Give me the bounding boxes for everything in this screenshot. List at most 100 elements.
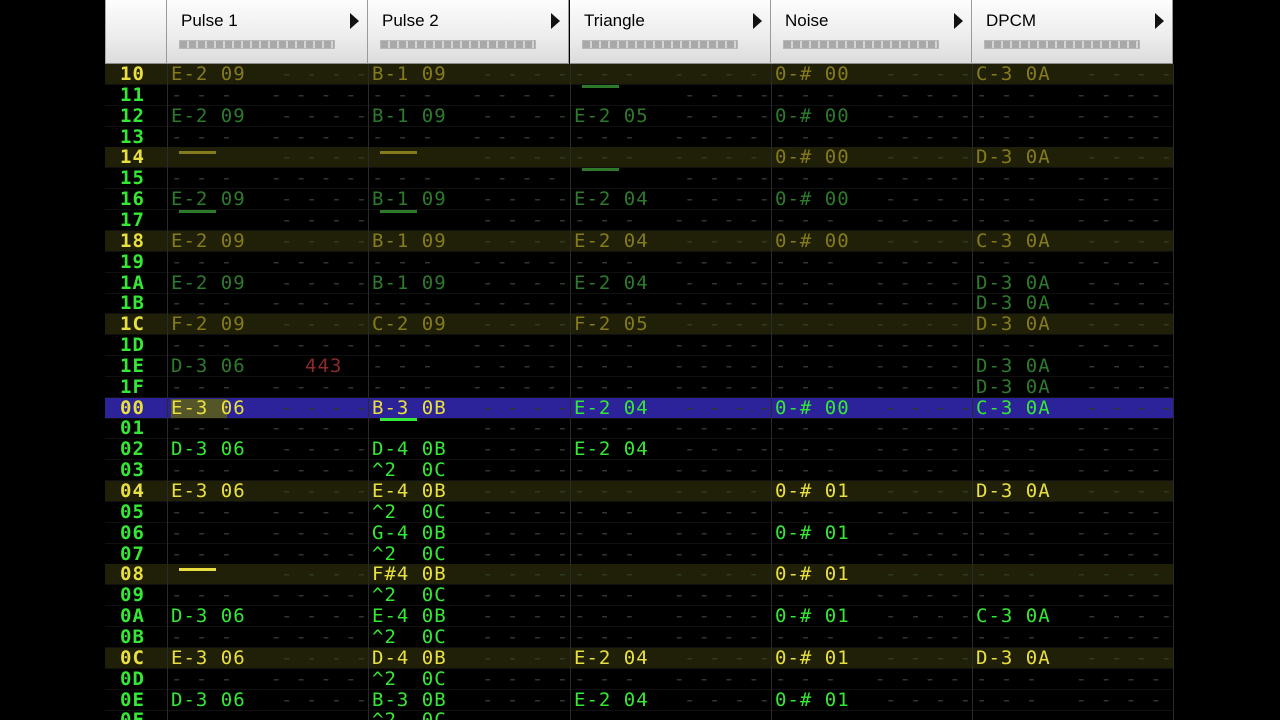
pattern-cell[interactable]: - - - - - - -: [771, 376, 972, 398]
pattern-cell[interactable]: E-4 0B - - - -: [368, 606, 569, 627]
pattern-cell[interactable]: - - - - - - -: [972, 84, 1173, 106]
pattern-row[interactable]: 02 D-3 06- - - - D-4 0B - - - - E-2 04- - - …: [105, 439, 1174, 461]
pattern-row[interactable]: 13 - - - - - - - - - - - - - - - - - - - - …: [105, 126, 1174, 148]
pattern-row[interactable]: 15- - - - - - -- - - - - - -- - - -- - -…: [105, 168, 1174, 190]
pattern-cell[interactable]: - - - - - - -: [167, 126, 368, 148]
pattern-cell[interactable]: - - - - - - -: [570, 418, 771, 439]
pattern-cell[interactable]: 0-# 00 - - - -: [771, 230, 972, 252]
pattern-cell[interactable]: - - - - - - -: [167, 501, 368, 523]
pattern-cell[interactable]: - - - - - - -: [570, 585, 771, 606]
pattern-cell[interactable]: - - - - - - -: [368, 355, 569, 377]
effect-columns-bar[interactable]: [783, 40, 939, 49]
pattern-cell[interactable]: 0-# 01 - - - -: [771, 606, 972, 627]
pattern-cell[interactable]: E-2 04 - - - -: [570, 189, 771, 210]
pattern-row[interactable]: 0B - - - - - - - ^2 0C - - - -- - - - - - -…: [105, 626, 1174, 648]
pattern-cell[interactable]: - - - - - - -: [771, 626, 972, 648]
pattern-cell[interactable]: E-2 04 - - - -: [570, 439, 771, 460]
pattern-cell[interactable]: E-3 06 - - - -: [167, 647, 368, 669]
pattern-cell[interactable]: 0-# 01 - - - -: [771, 564, 972, 585]
pattern-cell[interactable]: - - - - - - -: [368, 376, 569, 398]
pattern-cell[interactable]: - - - - - - -: [771, 168, 972, 189]
pattern-cell[interactable]: - - - - - - -: [570, 293, 771, 314]
pattern-cell[interactable]: D-3 0A - - - -: [972, 647, 1173, 669]
pattern-cell[interactable]: ^2 0C - - - -: [368, 460, 569, 481]
pattern-cell[interactable]: - - - - - - -: [570, 251, 771, 273]
pattern-cell[interactable]: 0-# 01 - - - -: [771, 522, 972, 544]
pattern-cell[interactable]: - - - - - - -: [167, 251, 368, 273]
pattern-cell[interactable]: - - - - - - -: [368, 168, 569, 189]
pattern-row[interactable]: 08- - - - F#4 0B - - - -- - - - - - -0-# 0…: [105, 564, 1174, 586]
pattern-cell[interactable]: - - - - - - -: [368, 84, 569, 106]
expand-arrow-icon[interactable]: [954, 13, 963, 29]
pattern-cell[interactable]: - - - -: [368, 147, 569, 168]
pattern-cell[interactable]: D-3 0A - - - -: [972, 147, 1173, 168]
pattern-cell[interactable]: - - - - - - -: [167, 335, 368, 356]
pattern-row[interactable]: 1C F-2 09- - - - C-2 09- - - - F-2 05- - - …: [105, 314, 1174, 336]
pattern-row[interactable]: 0E D-3 06- - - - B-3 0B - - - - E-2 04- - - …: [105, 689, 1174, 711]
pattern-cell[interactable]: D-3 0A - - - -: [972, 481, 1173, 502]
pattern-row[interactable]: 1A E-2 09- - - - B-1 09- - - - E-2 04- - - …: [105, 272, 1174, 294]
pattern-cell[interactable]: - - - - - - -: [570, 355, 771, 377]
pattern-cell[interactable]: C-3 0A - - - -: [972, 606, 1173, 627]
channel-header-dpcm[interactable]: DPCM: [972, 0, 1173, 64]
pattern-cell[interactable]: - - - - - - -: [570, 126, 771, 148]
pattern-cell[interactable]: - - - - - - -: [771, 501, 972, 523]
pattern-cell[interactable]: - - - -: [167, 147, 368, 168]
pattern-row[interactable]: 06- - - - - - - G-4 0B - - - -- - - - - - …: [105, 522, 1174, 544]
pattern-row[interactable]: 1B - - - - - - - - - - - - - - - - - - - - …: [105, 293, 1174, 315]
pattern-cell[interactable]: - - - - - - -: [972, 501, 1173, 523]
pattern-cell[interactable]: - - - - - - -: [167, 710, 368, 720]
pattern-cell[interactable]: - - - - - - -: [368, 335, 569, 356]
pattern-cell[interactable]: - - - - - - -: [972, 543, 1173, 565]
pattern-cell[interactable]: B-1 09 - - - -: [368, 230, 569, 252]
pattern-cell[interactable]: B-1 09 - - - -: [368, 105, 569, 127]
pattern-cell[interactable]: - - - -: [570, 168, 771, 189]
pattern-cell[interactable]: - - - - - - -: [771, 84, 972, 106]
pattern-cell[interactable]: - - - - - - -: [570, 710, 771, 720]
pattern-row[interactable]: 01- - - - - - -- - - -- - - - - - -- - -…: [105, 418, 1174, 440]
effect-columns-bar[interactable]: [179, 40, 335, 49]
pattern-cell[interactable]: - - - - - - -: [771, 668, 972, 690]
pattern-cell[interactable]: D-3 0A - - - -: [972, 272, 1173, 294]
pattern-cell[interactable]: - - - - - - -: [167, 293, 368, 314]
pattern-cell[interactable]: D-3 06 - - - -: [167, 439, 368, 460]
effect-columns-bar[interactable]: [380, 40, 536, 49]
pattern-cell[interactable]: - - - - - - -: [771, 355, 972, 377]
pattern-row[interactable]: 03- - - - - - - ^2 0C - - - -- - - - - - -…: [105, 460, 1174, 482]
pattern-cell[interactable]: C-2 09 - - - -: [368, 314, 569, 335]
channel-header-pulse-2[interactable]: Pulse 2: [368, 0, 569, 64]
effect-columns-bar[interactable]: [582, 40, 738, 49]
pattern-row[interactable]: 0C E-3 06- - - - D-4 0B - - - - E-2 04- - - …: [105, 647, 1174, 669]
pattern-cell[interactable]: - - - - - - -: [771, 710, 972, 720]
pattern-cell[interactable]: B-3 0B - - - -: [368, 689, 569, 711]
pattern-cell[interactable]: - - - - - - -: [972, 251, 1173, 273]
pattern-cell[interactable]: - - - - - - -: [570, 335, 771, 356]
expand-arrow-icon[interactable]: [551, 13, 560, 29]
pattern-cell[interactable]: E-2 09 - - - -: [167, 272, 368, 294]
pattern-cell[interactable]: - - - - - - -: [167, 418, 368, 439]
pattern-cell[interactable]: F-2 05 - - - -: [570, 314, 771, 335]
pattern-cell[interactable]: - - - - - - -: [167, 522, 368, 544]
pattern-row[interactable]: 18 E-2 09- - - - B-1 09- - - - E-2 04- - - …: [105, 230, 1174, 252]
pattern-cell[interactable]: D-3 0A - - - -: [972, 355, 1173, 377]
pattern-cell[interactable]: - - - - - - -: [972, 710, 1173, 720]
pattern-cell[interactable]: F-2 09 - - - -: [167, 314, 368, 335]
pattern-cell[interactable]: - - - - - - -: [368, 293, 569, 314]
pattern-cell[interactable]: D-3 0A - - - -: [972, 314, 1173, 335]
pattern-cell[interactable]: - - - - - - -: [167, 585, 368, 606]
pattern-cell[interactable]: - - - - - - -: [771, 460, 972, 481]
pattern-cell[interactable]: D-3 06 - - - -: [167, 606, 368, 627]
pattern-cell[interactable]: - - - - - - -: [570, 501, 771, 523]
pattern-cell[interactable]: B-1 09 - - - -: [368, 64, 569, 85]
pattern-cell[interactable]: E-2 09 - - - -: [167, 105, 368, 127]
pattern-row[interactable]: 05- - - - - - - ^2 0C - - - -- - - - - - -…: [105, 501, 1174, 523]
pattern-cell[interactable]: E-2 09 - - - -: [167, 189, 368, 210]
pattern-cell[interactable]: ^2 0C - - - -: [368, 501, 569, 523]
pattern-row[interactable]: 10 E-2 09- - - - B-1 09- - - -- - - - - - …: [105, 64, 1174, 85]
pattern-cell[interactable]: - - - - - - -: [972, 418, 1173, 439]
pattern-row[interactable]: 0A D-3 06- - - - E-4 0B - - - -- - - - - - …: [105, 606, 1174, 628]
channel-header-pulse-1[interactable]: Pulse 1: [167, 0, 368, 64]
pattern-row[interactable]: 0F - - - - - - - ^2 0C - - - - - - - - - - -…: [105, 710, 1174, 720]
pattern-cell[interactable]: - - - - - - -: [972, 585, 1173, 606]
pattern-row[interactable]: 12 E-2 09- - - - B-1 09- - - - E-2 05- - - …: [105, 105, 1174, 127]
